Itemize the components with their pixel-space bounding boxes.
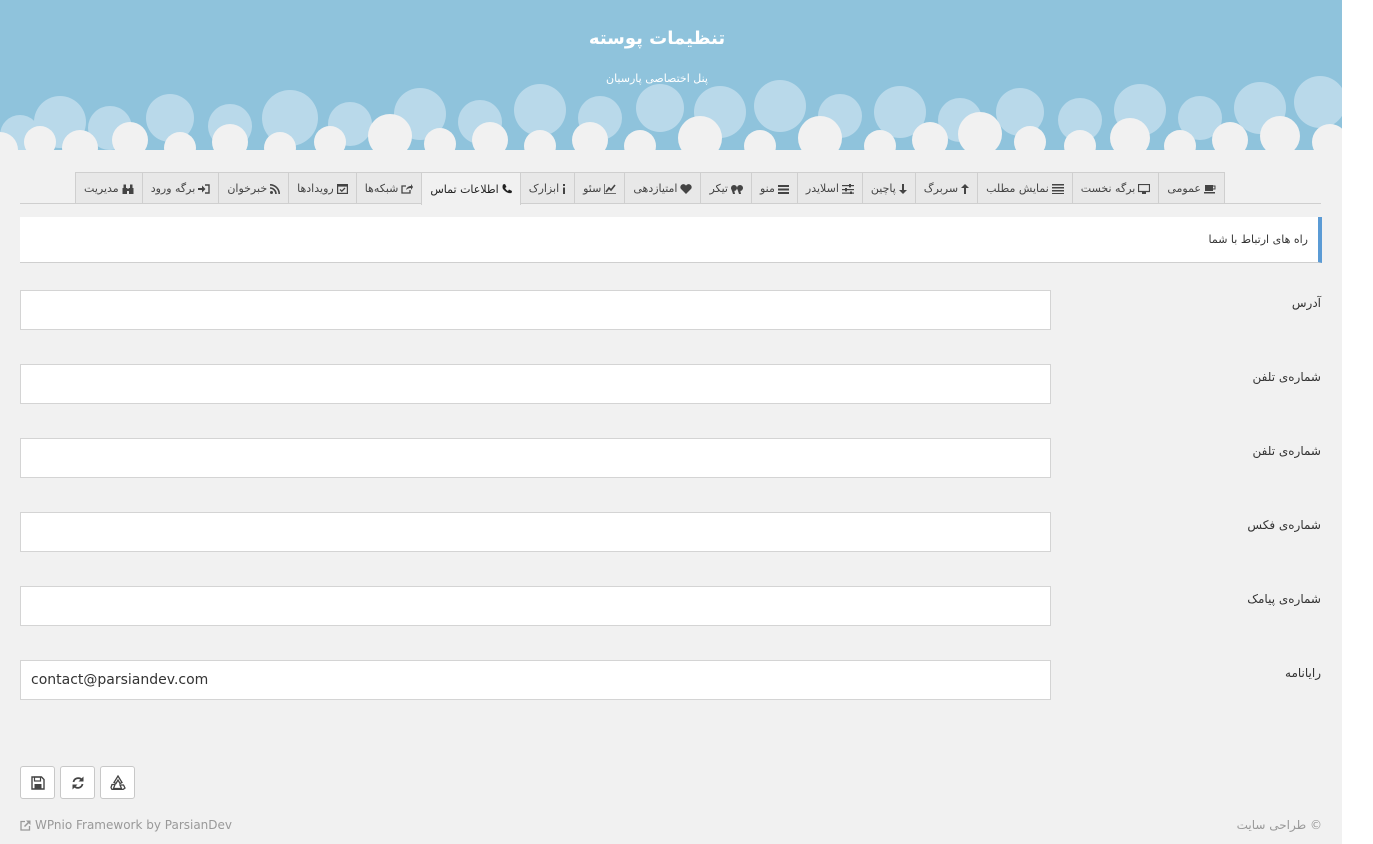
- quote-icon: [731, 184, 743, 194]
- tab-networks[interactable]: شبکه‌ها: [355, 172, 423, 204]
- sign-in-icon: [198, 183, 211, 194]
- phone-icon: [502, 184, 512, 194]
- arrow-up-icon: [961, 183, 970, 194]
- tab-label: نمایش مطلب: [986, 182, 1049, 195]
- recycle-icon: [109, 775, 126, 790]
- tab-contact-info[interactable]: اطلاعات تماس: [421, 172, 521, 205]
- binoculars-icon: [122, 184, 134, 194]
- tab-label: رویدادها: [297, 182, 334, 195]
- tab-label: پاچین: [870, 182, 896, 195]
- tab-menu[interactable]: منو: [751, 172, 798, 204]
- rss-icon: [270, 183, 281, 194]
- framework-credit-text: WPnio Framework by ParsianDev: [35, 818, 233, 832]
- tab-admin[interactable]: مدیریت: [75, 172, 143, 204]
- page-subtitle: پنل اختصاصی پارسیان: [606, 72, 708, 85]
- restore-defaults-button[interactable]: [100, 766, 135, 799]
- section-heading: راه های ارتباط با شما: [20, 217, 1322, 263]
- tab-post-display[interactable]: نمایش مطلب: [977, 172, 1073, 204]
- tab-label: اسلایدر: [805, 182, 839, 195]
- tab-label: شبکه‌ها: [364, 182, 399, 195]
- tab-label: خبرخوان: [227, 182, 268, 195]
- tab-events[interactable]: رویدادها: [288, 172, 357, 204]
- phone2-label: شماره‌ی تلفن: [1252, 444, 1321, 458]
- tab-label: سئو: [583, 182, 602, 195]
- desktop-icon: [1138, 183, 1151, 194]
- tab-label: عمومی: [1167, 182, 1201, 195]
- copyright[interactable]: © طراحی سایت: [1237, 818, 1322, 832]
- tab-general[interactable]: عمومی: [1158, 172, 1225, 204]
- header-banner: تنظیمات پوسته پنل اختصاصی پارسیان: [0, 0, 1342, 158]
- tab-widget[interactable]: ابزارک: [519, 172, 576, 204]
- share-square-icon: [401, 183, 414, 194]
- save-button[interactable]: [20, 766, 55, 799]
- arrow-down-icon: [898, 183, 907, 194]
- tab-login-page[interactable]: برگه ورود: [141, 172, 220, 204]
- tab-label: مدیریت: [84, 182, 119, 195]
- tab-ticker[interactable]: تیکر: [700, 172, 752, 204]
- tab-rating[interactable]: امتیازدهی: [624, 172, 702, 204]
- tab-slider[interactable]: اسلایدر: [796, 172, 863, 204]
- sms-label: شماره‌ی پیامک: [1247, 592, 1321, 606]
- section-title: راه های ارتباط با شما: [1208, 233, 1309, 246]
- tab-homepage[interactable]: برگه نخست: [1071, 172, 1160, 204]
- tab-divider: [20, 203, 1321, 204]
- fax-input[interactable]: [20, 512, 1051, 552]
- align-justify-icon: [1051, 183, 1064, 194]
- sms-input[interactable]: [20, 586, 1051, 626]
- heart-icon: [680, 183, 693, 194]
- address-label: آدرس: [1291, 296, 1321, 310]
- refresh-icon: [72, 776, 83, 789]
- tab-label: تیکر: [709, 182, 728, 195]
- framework-credit[interactable]: WPnio Framework by ParsianDev: [20, 818, 232, 832]
- page-title: تنظیمات پوسته: [588, 28, 726, 49]
- info-icon: [563, 183, 566, 194]
- save-icon: [30, 775, 45, 790]
- phone-input[interactable]: [20, 364, 1051, 404]
- coffee-icon: [1204, 184, 1216, 193]
- email-input[interactable]: [20, 660, 1051, 700]
- tab-label: سربرگ: [923, 182, 959, 195]
- external-link-icon: [20, 820, 31, 831]
- sliders-icon: [841, 183, 854, 194]
- tab-seo[interactable]: سئو: [574, 172, 626, 204]
- phone-label: شماره‌ی تلفن: [1252, 370, 1321, 384]
- tab-label: برگه نخست: [1080, 182, 1136, 195]
- bars-icon: [777, 184, 789, 194]
- address-input[interactable]: [20, 290, 1051, 330]
- tab-label: اطلاعات تماس: [430, 182, 499, 196]
- settings-page: تنظیمات پوسته پنل اختصاصی پارسیان عمومی …: [0, 0, 1342, 844]
- phone2-input[interactable]: [20, 438, 1051, 478]
- tab-footer[interactable]: پاچین: [861, 172, 916, 204]
- reset-button[interactable]: [60, 766, 95, 799]
- tab-label: منو: [760, 182, 775, 195]
- tab-header[interactable]: سربرگ: [914, 172, 979, 204]
- email-label: رایانامه: [1285, 666, 1321, 680]
- fax-label: شماره‌ی فکس: [1247, 518, 1321, 532]
- chart-line-icon: [604, 183, 617, 194]
- tab-label: ابزارک: [528, 182, 560, 195]
- tab-rss[interactable]: خبرخوان: [218, 172, 290, 204]
- tab-bar: عمومی برگه نخست نمایش مطلب سربرگ پاچین ا…: [75, 172, 1225, 205]
- tab-label: امتیازدهی: [633, 182, 678, 195]
- calendar-check-icon: [336, 184, 348, 194]
- tab-label: برگه ورود: [150, 182, 196, 195]
